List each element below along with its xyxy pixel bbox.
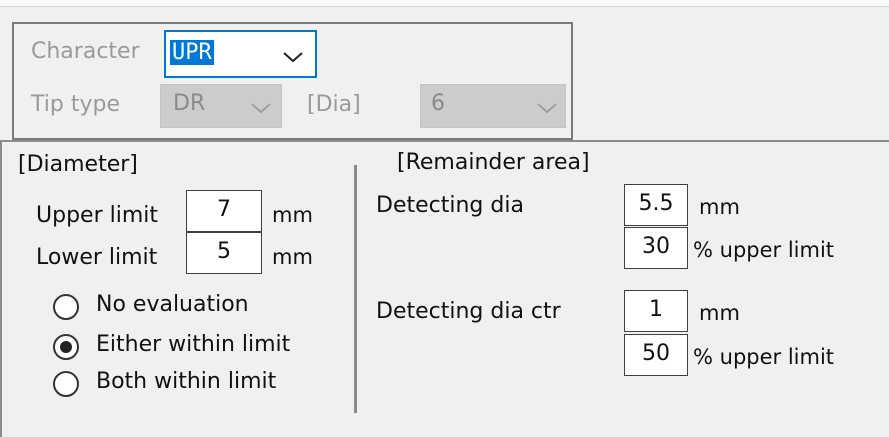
detecting-dia-ctr-percent-input[interactable]: 50 xyxy=(624,334,688,376)
radio-both-within-limit-label[interactable]: Both within limit xyxy=(96,369,276,394)
chevron-down-icon xyxy=(535,101,559,115)
radio-no-evaluation[interactable] xyxy=(53,294,79,320)
detecting-dia-ctr-label: Detecting dia ctr xyxy=(376,299,561,324)
tip-type-select[interactable]: DR xyxy=(160,84,282,128)
dia-select[interactable]: 6 xyxy=(420,84,566,128)
upper-limit-unit: mm xyxy=(272,203,313,227)
detecting-dia-percent-unit: % upper limit xyxy=(693,238,835,262)
dia-label: [Dia] xyxy=(307,92,361,117)
detecting-dia-percent-input[interactable]: 30 xyxy=(624,227,688,269)
radio-either-within-limit-label[interactable]: Either within limit xyxy=(96,332,290,357)
detecting-dia-ctr-input[interactable]: 1 xyxy=(624,290,688,332)
detecting-dia-input[interactable]: 5.5 xyxy=(624,184,688,226)
character-label: Character xyxy=(31,39,140,64)
lower-limit-unit: mm xyxy=(272,245,313,269)
detecting-dia-ctr-percent-unit: % upper limit xyxy=(693,345,835,369)
radio-either-within-limit[interactable] xyxy=(53,334,79,360)
dia-select-value: 6 xyxy=(431,91,445,116)
window-top-edge xyxy=(0,0,889,7)
lower-limit-input[interactable]: 5 xyxy=(186,232,262,274)
upper-limit-label: Upper limit xyxy=(36,203,158,228)
chevron-down-icon xyxy=(281,50,305,64)
detecting-dia-unit: mm xyxy=(699,195,740,219)
upper-limit-input[interactable]: 7 xyxy=(186,190,262,232)
radio-both-within-limit[interactable] xyxy=(53,371,79,397)
section-divider xyxy=(354,165,357,413)
chevron-down-icon xyxy=(249,101,273,115)
lower-limit-label: Lower limit xyxy=(36,245,158,270)
character-select[interactable]: UPR xyxy=(164,30,317,78)
radio-no-evaluation-label[interactable]: No evaluation xyxy=(96,292,249,317)
radio-selected-dot xyxy=(60,341,72,353)
detecting-dia-label: Detecting dia xyxy=(376,193,524,218)
character-select-value: UPR xyxy=(170,40,214,65)
tip-type-select-value: DR xyxy=(173,91,206,116)
diameter-header: [Diameter] xyxy=(18,152,138,177)
remainder-area-header: [Remainder area] xyxy=(397,150,590,175)
character-group: Character UPR Tip type DR [Dia] 6 xyxy=(12,22,573,140)
tip-type-label: Tip type xyxy=(31,92,120,117)
detecting-dia-ctr-unit: mm xyxy=(699,301,740,325)
